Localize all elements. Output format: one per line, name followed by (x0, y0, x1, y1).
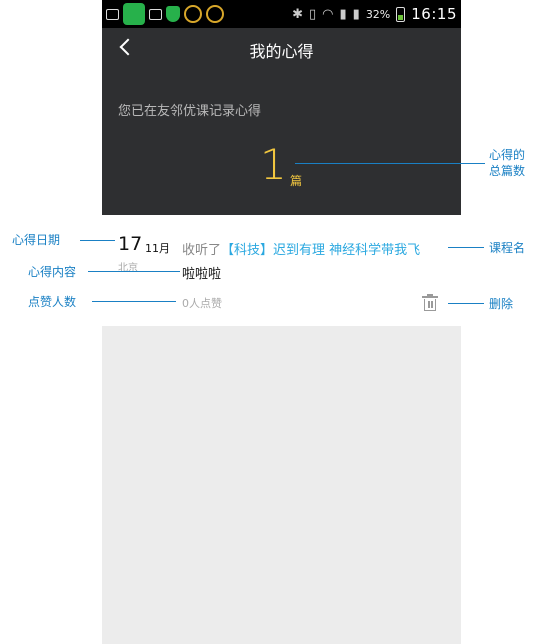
annotation-leader-course (448, 247, 484, 248)
entry-day: 17 (118, 233, 143, 255)
status-bar: ✱ ▯ ◠ ▮ ▮ 32% 16:15 (102, 0, 461, 28)
annotation-leader-content (88, 271, 180, 272)
entry-course: 收听了【科技】迟到有理 神经科学带我飞 (182, 239, 420, 258)
annotation-content: 心得内容 (28, 265, 77, 279)
delete-trash-icon[interactable] (422, 294, 438, 312)
shield-icon (166, 6, 180, 22)
entry-likes[interactable]: 0人点赞 (182, 295, 222, 311)
weather-sun-icon (184, 5, 202, 23)
note-count-unit: 篇 (290, 174, 303, 188)
annotation-likes: 点赞人数 (28, 295, 77, 309)
weather-sun-icon-2 (206, 5, 224, 23)
annotation-course: 课程名 (489, 241, 526, 255)
entry-month: 11月 (145, 242, 170, 255)
page-title: 我的心得 (249, 42, 314, 61)
course-prefix: 收听了 (182, 243, 222, 258)
annotation-leader-count (295, 163, 485, 164)
summary-subtitle: 您已在友邻优课记录心得 (118, 104, 262, 119)
battery-percent: 32% (365, 7, 391, 21)
annotation-total-count-line2: 总篇数 (489, 164, 526, 178)
bluetooth-icon: ✱ (292, 6, 303, 22)
sim1-signal-icon: ▮ (339, 6, 347, 22)
wifi-icon: ◠ (322, 6, 334, 22)
notification-icon (106, 8, 119, 20)
annotation-leader-likes (92, 301, 176, 302)
annotation-leader-date (80, 240, 115, 241)
course-title-link[interactable]: 【科技】迟到有理 神经科学带我飞 (221, 243, 420, 258)
sim2-signal-icon: ▮ (352, 6, 360, 22)
clock: 16:15 (411, 5, 457, 23)
vibrate-icon: ▯ (309, 6, 317, 22)
summary-header: 我的心得 您已在友邻优课记录心得 1 篇 (102, 28, 461, 215)
annotation-leader-delete (448, 303, 484, 304)
phone-screen: ✱ ▯ ◠ ▮ ▮ 32% 16:15 我的心得 您已在友邻优课记录心得 1 篇… (102, 0, 461, 644)
shopping-bag-icon (123, 3, 145, 25)
annotation-total-count: 心得的 总篇数 (489, 147, 525, 179)
entry-content: 啦啦啦 (182, 267, 222, 282)
annotation-date: 心得日期 (12, 233, 61, 247)
image-icon (149, 8, 162, 20)
annotation-delete: 删除 (489, 297, 514, 311)
battery-icon (396, 6, 406, 22)
note-count: 1 (260, 140, 287, 189)
annotation-total-count-line1: 心得的 (489, 148, 526, 162)
